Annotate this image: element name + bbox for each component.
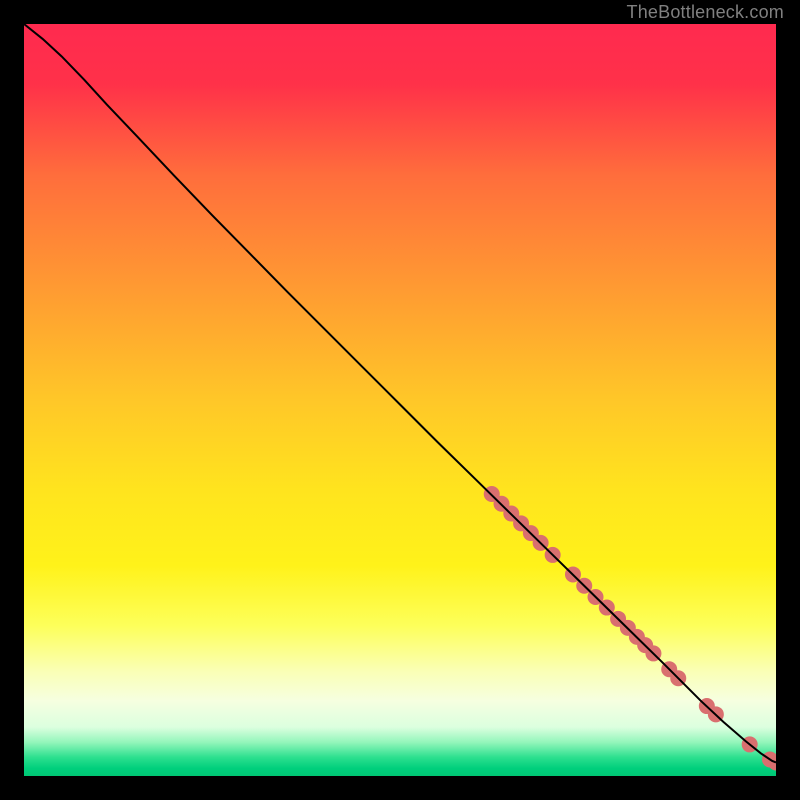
plot-area xyxy=(24,24,776,776)
chart-container: TheBottleneck.com xyxy=(0,0,800,800)
attribution-text: TheBottleneck.com xyxy=(627,2,784,23)
chart-svg xyxy=(24,24,776,776)
